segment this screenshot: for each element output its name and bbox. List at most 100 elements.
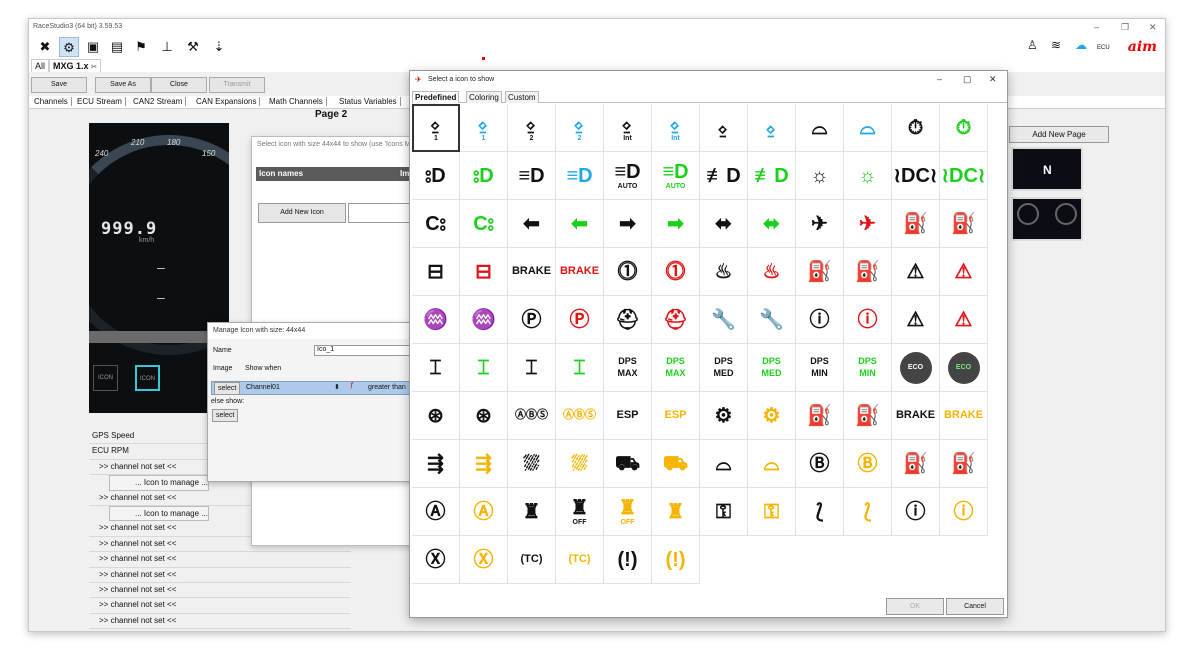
tab-predefined[interactable]: Predefined (412, 91, 460, 103)
brake-warning-icon[interactable]: ⓵ (604, 248, 652, 296)
washer-blue-icon[interactable]: ⍚ (748, 104, 796, 152)
tab-custom[interactable]: Custom (505, 91, 539, 103)
suspension-yellow-icon[interactable]: ⟅ (844, 488, 892, 536)
turn-left-icon[interactable]: ⬅ (508, 200, 556, 248)
icon-slot-right[interactable]: ICON (135, 365, 160, 391)
condition-row[interactable]: select Channel01 ⬍ ƒ greater than ⬍ (211, 381, 439, 395)
parking-brake-red-icon[interactable]: Ⓟ (556, 296, 604, 344)
caution-red-icon[interactable]: ⚠ (940, 296, 988, 344)
fuel-circle-yellow-icon[interactable]: Ⓑ (844, 440, 892, 488)
tc-icon[interactable]: (TC) (508, 536, 556, 584)
tpms-yellow-icon[interactable]: (!) (652, 536, 700, 584)
windscreen-icon[interactable]: ⌓ (796, 104, 844, 152)
fuel-red-icon[interactable]: ⛽ (844, 248, 892, 296)
turn-right-icon[interactable]: ➡ (604, 200, 652, 248)
battery-red-icon[interactable]: ⊟ (460, 248, 508, 296)
service-icon[interactable]: 🔧 (700, 296, 748, 344)
save-as-button[interactable]: Save As (95, 77, 151, 93)
brake-warning-red-icon[interactable]: ⓵ (652, 248, 700, 296)
tab-ecu-stream[interactable]: ECU Stream (74, 97, 126, 106)
ok-button[interactable]: OK (886, 598, 944, 615)
check-engine-icon[interactable]: ⛟ (604, 440, 652, 488)
airbag-icon[interactable]: ✈ (796, 200, 844, 248)
wiper-2-icon[interactable]: ⍚ 2 (508, 104, 556, 152)
fuel-pump-yellow-icon[interactable]: ⛽ (940, 440, 988, 488)
minimize-button[interactable]: – (937, 74, 942, 84)
channel-row[interactable]: >> channel not set << (89, 614, 351, 630)
eco-green-icon[interactable]: ECO (940, 344, 988, 392)
traction-warning-yellow-icon[interactable]: Ⓐ (460, 488, 508, 536)
wiper-int-icon[interactable]: ⍚ Int (604, 104, 652, 152)
gear-warning-icon[interactable]: ⚙ (700, 392, 748, 440)
jerrycan-red-icon[interactable]: ⛽ (940, 200, 988, 248)
high-beam-blue-icon[interactable]: ≡D (556, 152, 604, 200)
fuel-pump-icon[interactable]: ⛽ (892, 440, 940, 488)
info-2-icon[interactable]: ⓘ (892, 488, 940, 536)
page-thumbnail-2[interactable] (1011, 197, 1083, 241)
oil-icon[interactable]: ♒ (412, 296, 460, 344)
coolant-level-yellow-icon[interactable]: ⛆ (556, 440, 604, 488)
airbag-red-icon[interactable]: ✈ (844, 200, 892, 248)
turbo-grey-icon[interactable]: ⊛ (460, 392, 508, 440)
abs-yellow-icon[interactable]: ⒶⒷⓈ (556, 392, 604, 440)
caution-icon[interactable]: ⚠ (892, 296, 940, 344)
logger-icon[interactable]: ▤ (107, 37, 127, 57)
add-new-icon-button[interactable]: Add New Icon (258, 203, 346, 223)
channel-row[interactable]: >> channel not set << (89, 568, 351, 583)
auto-beam-green-icon[interactable]: ≡D AUTO (652, 152, 700, 200)
tools-icon[interactable]: ✖ (35, 37, 55, 57)
fuel-circle-icon[interactable]: Ⓑ (796, 440, 844, 488)
turn-right-green-icon[interactable]: ➡ (652, 200, 700, 248)
brake-text-yellow-icon[interactable]: BRAKE (940, 392, 988, 440)
channel-row[interactable]: >> channel not set << (89, 552, 351, 568)
cloud-icon[interactable]: ☁ (1075, 38, 1087, 52)
alarm-icon[interactable]: ⚑ (131, 37, 151, 57)
save-button[interactable]: Save (31, 77, 87, 93)
parking-light-green-icon[interactable]: ≀DC≀ (940, 152, 988, 200)
tab-all[interactable]: All (31, 59, 50, 72)
tc-off-icon[interactable]: Ⓧ (412, 536, 460, 584)
info-icon[interactable]: ⓘ (796, 296, 844, 344)
cancel-button[interactable]: Cancel (946, 598, 1004, 615)
info-red-icon[interactable]: ⓘ (844, 296, 892, 344)
dashboard-icon[interactable]: ▣ (83, 37, 103, 57)
service-red-icon[interactable]: 🔧 (748, 296, 796, 344)
maximize-button[interactable]: ▢ (963, 74, 972, 85)
device-icon[interactable]: ⚙ (59, 37, 79, 57)
suspension-icon[interactable]: ⟅ (796, 488, 844, 536)
warning-red-icon[interactable]: ⚠ (940, 248, 988, 296)
light-green-icon[interactable]: ☼ (844, 152, 892, 200)
close-button[interactable]: ✕ (1149, 22, 1157, 33)
tab-mxg[interactable]: MXG 1.x ✂ (49, 59, 101, 72)
page-thumbnail-1[interactable]: N (1011, 147, 1083, 191)
dps-med-icon[interactable]: DPS MED (700, 344, 748, 392)
eco-icon[interactable]: ECO (892, 344, 940, 392)
windscreen-blue-icon[interactable]: ⌓ (844, 104, 892, 152)
stability-icon[interactable]: ♜ (508, 488, 556, 536)
washer-icon[interactable]: ⍚ (700, 104, 748, 152)
dpf-yellow-icon[interactable]: ⇶ (460, 440, 508, 488)
tc-yellow-icon[interactable]: (TC) (556, 536, 604, 584)
dps-max-green-icon[interactable]: DPS MAX (652, 344, 700, 392)
stability-off-yellow-icon[interactable]: ♜ OFF (604, 488, 652, 536)
dps-max-icon[interactable]: DPS MAX (604, 344, 652, 392)
channel-select[interactable]: Channel01 (246, 384, 280, 391)
stability-off-icon[interactable]: ♜ OFF (556, 488, 604, 536)
tab-can-expansions[interactable]: CAN Expansions (193, 97, 261, 106)
wiper-2-blue-icon[interactable]: ⍚ 2 (556, 104, 604, 152)
condition-select[interactable]: greater than (368, 384, 406, 391)
tc-off-yellow-icon[interactable]: Ⓧ (460, 536, 508, 584)
close-config-button[interactable]: Close (151, 77, 207, 93)
oil-red-icon[interactable]: ♒ (460, 296, 508, 344)
pin-icon[interactable]: ✂ (91, 64, 97, 71)
brake-text-icon[interactable]: BRAKE (508, 248, 556, 296)
icon-slot-left[interactable]: ICON (93, 365, 118, 391)
auto-beam-icon[interactable]: ≡D AUTO (604, 152, 652, 200)
brake-text-2-icon[interactable]: BRAKE (892, 392, 940, 440)
dps-min-green-icon[interactable]: DPS MIN (844, 344, 892, 392)
jerrycan-icon[interactable]: ⛽ (892, 200, 940, 248)
user-icon[interactable]: ♙ (1027, 38, 1038, 52)
high-beam-icon[interactable]: ≡D (508, 152, 556, 200)
parking-brake-icon[interactable]: Ⓟ (508, 296, 556, 344)
wiper-1-blue-icon[interactable]: ⍚ 1 (460, 104, 508, 152)
